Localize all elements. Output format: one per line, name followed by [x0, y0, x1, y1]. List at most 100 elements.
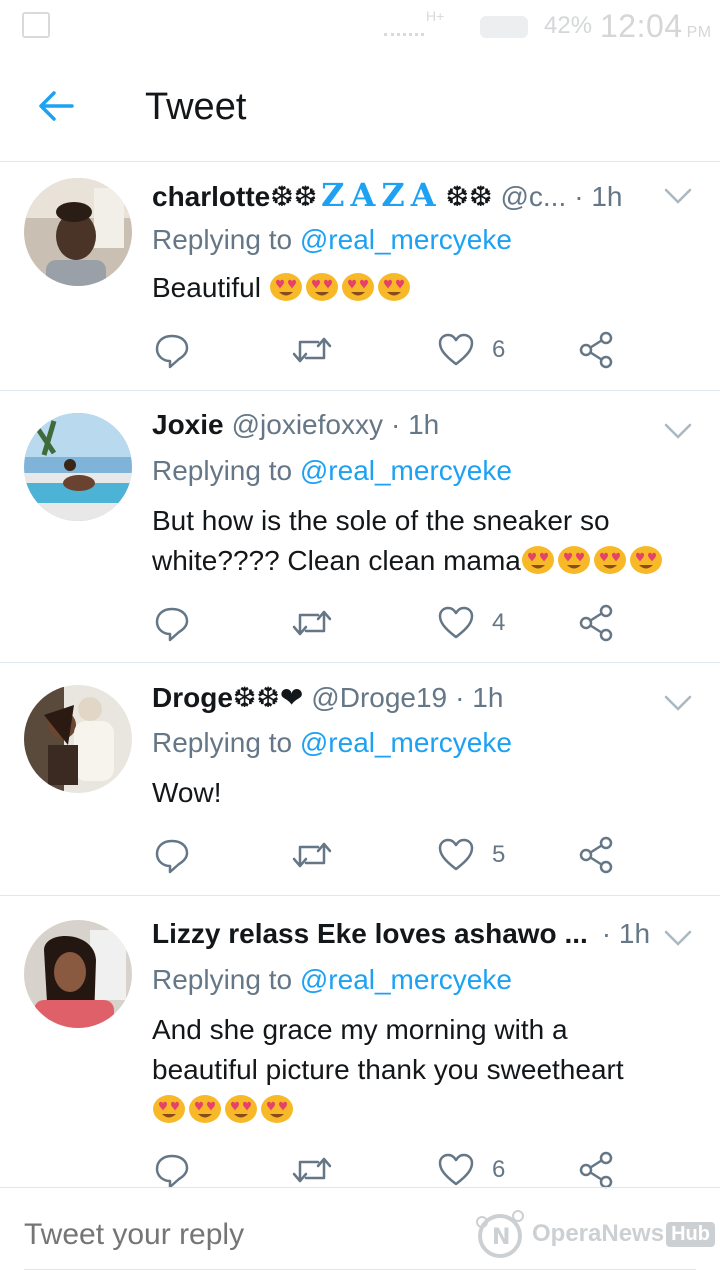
emoji-group: [521, 545, 665, 576]
heart-eyes-emoji-icon: [557, 545, 591, 575]
avatar[interactable]: [24, 685, 132, 793]
tweet-header: Lizzy relass Eke loves ashawo ... · 1h: [152, 918, 680, 958]
signal-icon: [384, 28, 424, 36]
tweet[interactable]: Joxie @joxiefoxxy · 1h Replying to @real…: [0, 391, 720, 663]
reply-icon: [155, 839, 189, 874]
heart-eyes-emoji-icon: [377, 272, 411, 302]
retweet-icon: [292, 1157, 332, 1183]
chevron-down-icon[interactable]: [662, 419, 694, 443]
share-icon: [579, 836, 613, 874]
reply-button[interactable]: [152, 601, 208, 645]
tweet-text: Beautiful: [152, 268, 684, 308]
top-bar: Tweet: [0, 56, 720, 162]
tweet[interactable]: Droge ❆❆❤ @Droge19 · 1h Replying to @rea…: [0, 663, 720, 896]
like-button[interactable]: 5: [436, 833, 505, 877]
network-type: H+: [426, 8, 445, 24]
name-highlight: ZAZA: [321, 176, 442, 214]
back-button[interactable]: [28, 78, 84, 134]
heart-icon: [438, 1153, 474, 1186]
user-handle[interactable]: @Droge19: [311, 682, 447, 714]
reply-icon: [155, 334, 189, 369]
share-icon: [579, 1151, 613, 1189]
tweet-header: Droge ❆❆❤ @Droge19 · 1h: [152, 681, 680, 721]
share-button[interactable]: [576, 601, 616, 645]
like-button[interactable]: 6: [436, 1148, 505, 1192]
tweet-text: But how is the sole of the sneaker so wh…: [152, 501, 690, 581]
name-decoration: ❆❆: [270, 181, 318, 212]
battery-icon: [480, 16, 528, 38]
avatar[interactable]: [24, 178, 132, 286]
tweet-time: · 1h: [390, 409, 440, 440]
user-handle[interactable]: @c...: [500, 181, 566, 213]
reply-bar: N OperaNews Hub: [0, 1187, 720, 1280]
retweet-button[interactable]: [290, 601, 350, 645]
heart-icon: [438, 333, 474, 366]
reply-icon: [155, 1154, 189, 1189]
share-button[interactable]: [576, 833, 616, 877]
user-handle[interactable]: @joxiefoxxy: [232, 409, 383, 441]
heart-eyes-emoji-icon: [521, 545, 555, 575]
tweet-header: charlotte ❆❆ ZAZA ❆❆ @c... · 1h: [152, 176, 680, 216]
display-name[interactable]: Droge: [152, 682, 233, 714]
reply-button[interactable]: [152, 1148, 208, 1192]
chevron-down-icon[interactable]: [662, 691, 694, 715]
tweet-actions: 6: [152, 1148, 632, 1192]
heart-eyes-emoji-icon: [269, 272, 303, 302]
tweet-actions: 4: [152, 601, 632, 645]
heart-eyes-emoji-icon: [341, 272, 375, 302]
heart-icon: [438, 606, 474, 639]
tweet-text: Wow!: [152, 777, 222, 808]
display-name[interactable]: charlotte: [152, 181, 270, 213]
share-button[interactable]: [576, 1148, 616, 1192]
svg-text:N: N: [492, 1225, 510, 1250]
mention-link[interactable]: @real_mercyeke: [300, 455, 512, 486]
reply-button[interactable]: [152, 328, 208, 372]
retweet-icon: [292, 842, 332, 868]
replying-to: Replying to @real_mercyeke: [152, 727, 512, 758]
tweet-actions: 5: [152, 833, 632, 877]
tweet[interactable]: Lizzy relass Eke loves ashawo ... · 1h R…: [0, 896, 720, 1189]
share-button[interactable]: [576, 328, 616, 372]
emoji-group: [269, 272, 413, 303]
retweet-icon: [292, 337, 332, 363]
retweet-button[interactable]: [290, 328, 350, 372]
tweet-header: Joxie @joxiefoxxy · 1h: [152, 409, 680, 449]
heart-eyes-emoji-icon: [629, 545, 663, 575]
display-name[interactable]: Lizzy relass Eke loves ashawo ...: [152, 918, 588, 950]
heart-eyes-emoji-icon: [188, 1094, 222, 1124]
mention-link[interactable]: @real_mercyeke: [300, 727, 512, 758]
heart-eyes-emoji-icon: [593, 545, 627, 575]
reply-button[interactable]: [152, 833, 208, 877]
tweet[interactable]: charlotte ❆❆ ZAZA ❆❆ @c... · 1h Replying…: [0, 162, 720, 391]
notification-icon: [22, 12, 50, 38]
retweet-button[interactable]: [290, 833, 350, 877]
display-name[interactable]: Joxie: [152, 409, 224, 441]
replying-to: Replying to @real_mercyeke: [152, 224, 512, 255]
replying-to: Replying to @real_mercyeke: [152, 964, 512, 995]
opera-news-logo-icon: N: [476, 1210, 524, 1258]
reply-icon: [155, 607, 189, 642]
heart-eyes-emoji-icon: [152, 1094, 186, 1124]
avatar[interactable]: [24, 413, 132, 521]
page-title: Tweet: [145, 86, 247, 128]
replying-to: Replying to @real_mercyeke: [152, 455, 512, 486]
like-button[interactable]: 4: [436, 601, 505, 645]
watermark: N OperaNews Hub: [470, 1208, 715, 1260]
mention-link[interactable]: @real_mercyeke: [300, 964, 512, 995]
tweet-text: And she grace my morning with a beautifu…: [152, 1010, 680, 1130]
heart-icon: [438, 838, 474, 871]
status-bar: H+ 42% 12:04 PM: [0, 0, 720, 56]
emoji-group: [152, 1094, 296, 1125]
name-decoration: ❆❆: [445, 181, 493, 212]
name-decoration: ❆❆❤: [232, 682, 304, 713]
retweet-button[interactable]: [290, 1148, 350, 1192]
input-underline: [24, 1269, 696, 1270]
avatar[interactable]: [24, 920, 132, 1028]
like-button[interactable]: 6: [436, 328, 505, 372]
mention-link[interactable]: @real_mercyeke: [300, 224, 512, 255]
tweet-time: · 1h: [574, 181, 623, 212]
clock: 12:04 PM: [600, 8, 712, 44]
reply-input[interactable]: [24, 1218, 444, 1252]
chevron-down-icon[interactable]: [662, 926, 694, 950]
chevron-down-icon[interactable]: [662, 184, 694, 208]
